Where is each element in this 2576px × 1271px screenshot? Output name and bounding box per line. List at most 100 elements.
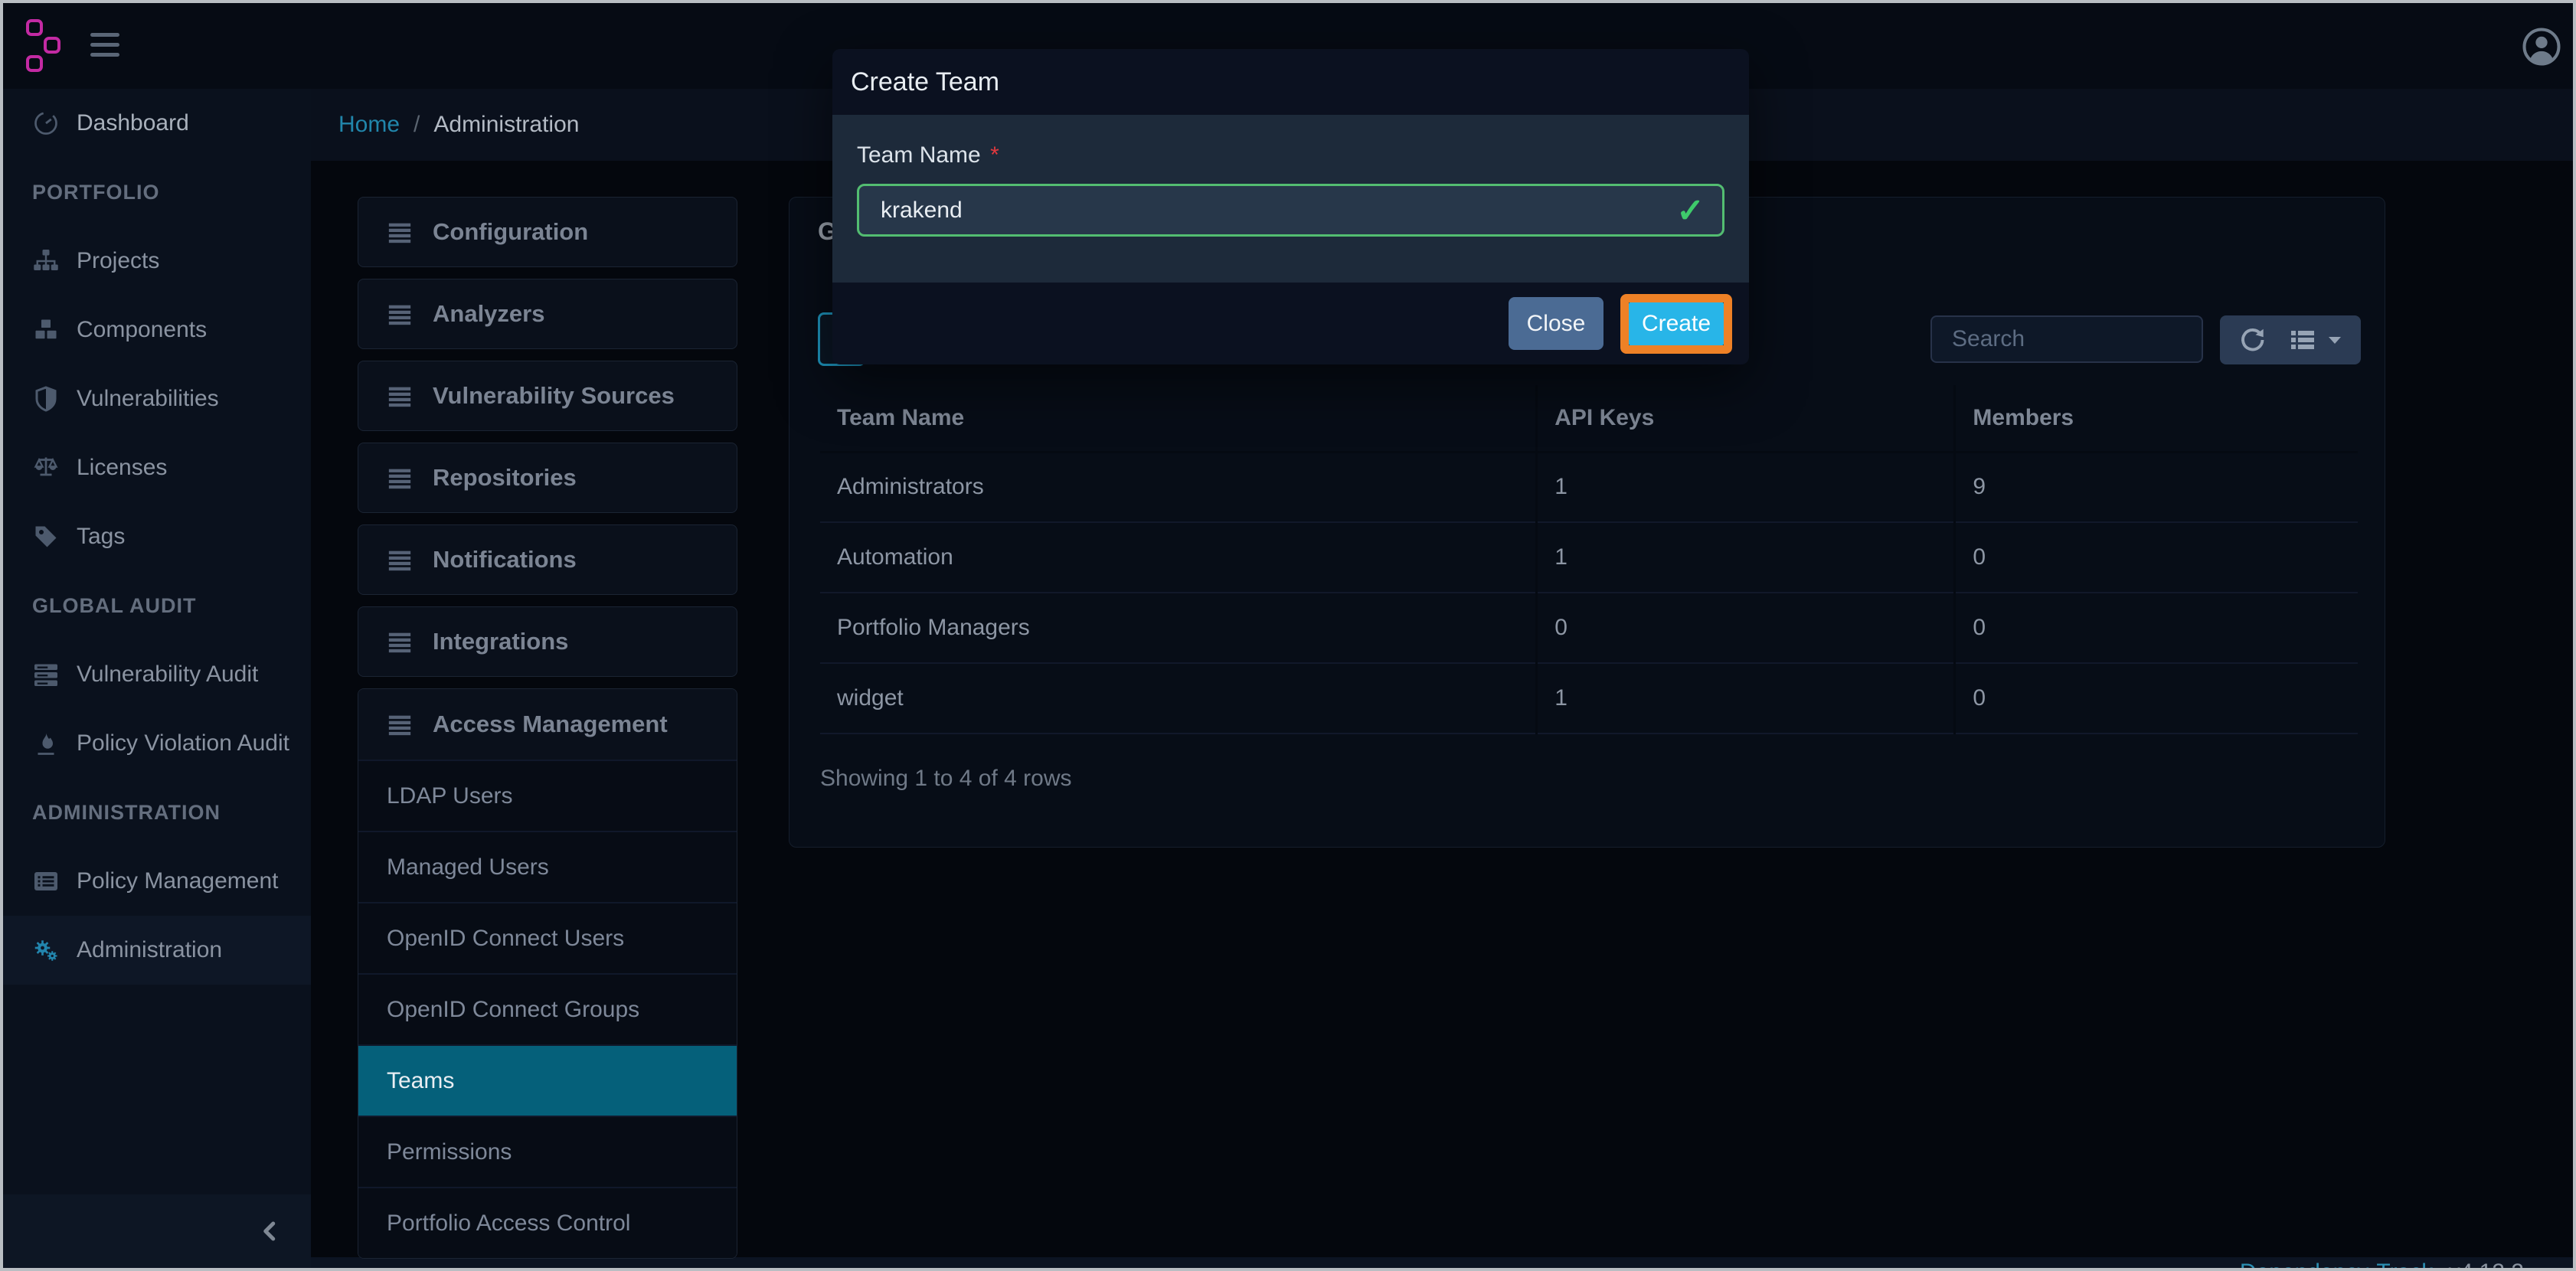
chevron-down-icon[interactable]	[2327, 335, 2342, 345]
admin-item-permissions[interactable]: Permissions	[358, 1116, 737, 1187]
table-toolbar	[2220, 315, 2361, 364]
list-icon	[387, 301, 413, 327]
hamburger-menu-icon[interactable]	[90, 33, 119, 59]
cell-team-name[interactable]: Automation	[820, 522, 1537, 593]
app-window: Dashboard PORTFOLIO Projects Components …	[0, 0, 2576, 1271]
admin-item-openid-connect-users[interactable]: OpenID Connect Users	[358, 902, 737, 973]
footer-bar: Dependency-Track v4.12.2	[311, 1257, 2573, 1268]
modal-body: Team Name * ✓	[832, 115, 1749, 283]
cell-members: 9	[1953, 452, 2358, 523]
admin-group-label: Analyzers	[433, 300, 545, 327]
sidebar-item-policy-violation-audit[interactable]: Policy Violation Audit	[3, 709, 311, 778]
sitemap-icon	[32, 247, 60, 275]
breadcrumb-home-link[interactable]: Home	[338, 112, 400, 138]
required-asterisk: *	[990, 142, 999, 168]
admin-item-openid-connect-groups[interactable]: OpenID Connect Groups	[358, 973, 737, 1044]
list-alt-icon	[32, 867, 60, 895]
tag-icon	[32, 523, 60, 551]
team-name-input[interactable]	[857, 184, 1724, 237]
gears-icon	[32, 936, 60, 964]
version-label: v4.12.2	[2449, 1260, 2524, 1268]
admin-group-vulnerability-sources[interactable]: Vulnerability Sources	[358, 361, 737, 431]
admin-group-label: Notifications	[433, 546, 577, 573]
table-row[interactable]: Automation 1 0	[820, 522, 2358, 593]
balance-scale-icon	[32, 454, 60, 482]
cell-api-keys: 1	[1535, 452, 1955, 523]
search-input[interactable]	[1930, 315, 2203, 363]
admin-item-ldap-users[interactable]: LDAP Users	[358, 760, 737, 831]
sidebar-section-administration: ADMINISTRATION	[32, 800, 221, 824]
sidebar-item-label: Administration	[77, 937, 223, 962]
admin-group-label: Access Management	[433, 711, 668, 737]
sidebar-item-label: Vulnerability Audit	[77, 662, 259, 687]
admin-group-notifications[interactable]: Notifications	[358, 524, 737, 595]
collapse-sidebar-icon[interactable]	[259, 1218, 282, 1244]
sidebar-item-label: Tags	[77, 524, 126, 549]
sidebar-item-licenses[interactable]: Licenses	[3, 433, 311, 502]
dependency-track-link[interactable]: Dependency-Track	[2240, 1260, 2433, 1268]
teams-table: Team Name API Keys Members Administrator…	[820, 385, 2358, 734]
logo-node-icon	[26, 55, 43, 72]
sidebar-item-label: Licenses	[77, 455, 168, 480]
create-button[interactable]: Create	[1629, 302, 1724, 345]
logo-node-icon	[26, 19, 43, 36]
cell-members: 0	[1953, 663, 2358, 734]
sidebar-item-vulnerabilities[interactable]: Vulnerabilities	[3, 364, 311, 433]
table-row[interactable]: widget 1 0	[820, 663, 2358, 734]
admin-nav: Configuration Analyzers Vulnerability So…	[358, 197, 737, 1259]
list-icon	[387, 629, 413, 655]
sidebar-item-tags[interactable]: Tags	[3, 502, 311, 571]
list-icon	[387, 547, 413, 573]
sidebar-section-global-audit: GLOBAL AUDIT	[32, 593, 197, 617]
valid-check-icon: ✓	[1676, 192, 1705, 230]
column-header-team-name[interactable]: Team Name	[820, 385, 1537, 453]
table-row[interactable]: Administrators 1 9	[820, 452, 2358, 523]
list-icon	[387, 465, 413, 491]
sidebar-item-dashboard[interactable]: Dashboard	[3, 89, 311, 158]
modal-header: Create Team	[832, 49, 1749, 115]
dependency-track-logo-icon[interactable]	[25, 18, 78, 72]
admin-item-teams[interactable]: Teams	[358, 1044, 737, 1116]
column-header-members[interactable]: Members	[1953, 385, 2358, 453]
gauge-icon	[32, 109, 60, 137]
sidebar-item-policy-management[interactable]: Policy Management	[3, 847, 311, 916]
column-header-api-keys[interactable]: API Keys	[1535, 385, 1955, 453]
cubes-icon	[32, 316, 60, 344]
sidebar-item-label: Projects	[77, 248, 160, 273]
sidebar-item-administration[interactable]: Administration	[3, 916, 311, 985]
breadcrumb-current: Administration	[433, 112, 580, 137]
admin-group-integrations[interactable]: Integrations	[358, 606, 737, 677]
admin-group-analyzers[interactable]: Analyzers	[358, 279, 737, 349]
user-avatar-icon[interactable]	[2521, 26, 2562, 67]
admin-group-repositories[interactable]: Repositories	[358, 443, 737, 513]
sidebar-item-label: Policy Violation Audit	[77, 730, 289, 756]
sidebar-item-projects[interactable]: Projects	[3, 227, 311, 296]
cell-members: 0	[1953, 522, 2358, 593]
admin-group-label: Configuration	[433, 218, 589, 245]
cell-team-name[interactable]: Administrators	[820, 452, 1537, 523]
close-button[interactable]: Close	[1509, 297, 1603, 350]
modal-footer: Close Create	[832, 283, 1749, 364]
cell-members: 0	[1953, 593, 2358, 664]
sidebar-item-vulnerability-audit[interactable]: Vulnerability Audit	[3, 640, 311, 709]
admin-group-access-management[interactable]: Access Management	[358, 689, 737, 760]
create-button-highlight: Create	[1620, 293, 1732, 354]
admin-group-configuration[interactable]: Configuration	[358, 197, 737, 267]
cell-team-name[interactable]: Portfolio Managers	[820, 593, 1537, 664]
sidebar-item-components[interactable]: Components	[3, 296, 311, 364]
cell-api-keys: 0	[1535, 593, 1955, 664]
cell-team-name[interactable]: widget	[820, 663, 1537, 734]
refresh-icon[interactable]	[2238, 326, 2266, 354]
admin-group-label: Repositories	[433, 464, 577, 491]
sidebar-section-portfolio: PORTFOLIO	[32, 180, 160, 204]
admin-item-portfolio-access-control[interactable]: Portfolio Access Control	[358, 1187, 737, 1258]
breadcrumb-separator: /	[414, 112, 420, 137]
sidebar-item-label: Policy Management	[77, 868, 279, 894]
sidebar-item-label: Components	[77, 317, 208, 342]
admin-group-label: Vulnerability Sources	[433, 382, 675, 409]
columns-list-icon[interactable]	[2289, 326, 2316, 354]
logo-node-icon	[44, 37, 60, 54]
table-row[interactable]: Portfolio Managers 0 0	[820, 593, 2358, 664]
admin-item-managed-users[interactable]: Managed Users	[358, 831, 737, 902]
team-name-label: Team Name	[857, 142, 981, 168]
